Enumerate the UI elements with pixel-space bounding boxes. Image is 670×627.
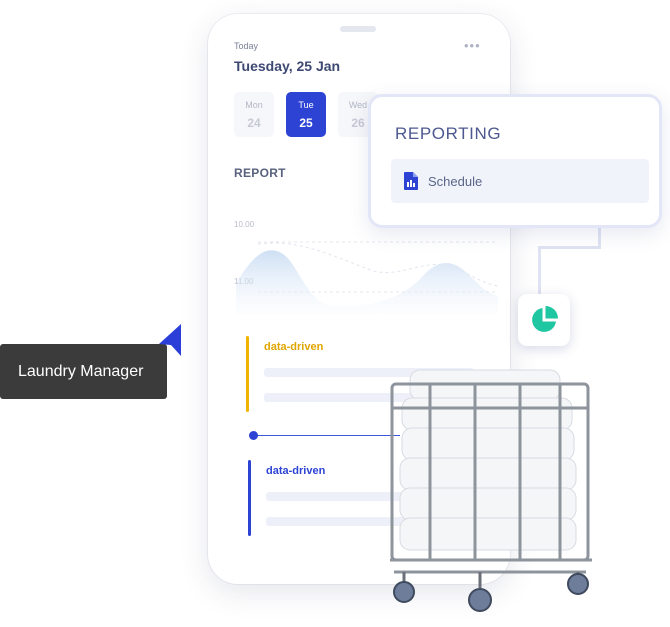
- today-label: Today: [234, 41, 259, 51]
- connector-line: [538, 246, 601, 249]
- report-wave-chart: [236, 241, 498, 314]
- pie-chart-icon: [532, 306, 558, 332]
- schedule-row[interactable]: Schedule: [391, 159, 649, 203]
- laundry-cart-image: [390, 369, 592, 612]
- timeline-dot: [249, 431, 258, 440]
- report-label: REPORT: [234, 166, 286, 180]
- item-marker-yellow: [246, 336, 249, 412]
- timeline-connector: [250, 435, 400, 436]
- schedule-label: Schedule: [428, 174, 483, 189]
- item-title-2: data-driven: [266, 465, 326, 477]
- pie-chart-tile[interactable]: [518, 294, 570, 346]
- reporting-title: REPORTING: [395, 124, 502, 143]
- item-title-1: data-driven: [264, 341, 324, 353]
- role-tag-label: Laundry Manager: [18, 363, 144, 380]
- role-tag: Laundry Manager: [0, 344, 167, 399]
- more-dots-icon[interactable]: •••: [464, 38, 481, 53]
- day-number: 25: [299, 116, 313, 130]
- day-tue[interactable]: Tue 25: [286, 92, 326, 137]
- day-number: 24: [247, 116, 261, 130]
- connector-line: [598, 228, 601, 248]
- item-marker-blue: [248, 460, 251, 536]
- day-mon[interactable]: Mon 24: [234, 92, 274, 137]
- day-name: Mon: [245, 100, 263, 110]
- reporting-card: REPORTING Schedule: [368, 94, 662, 228]
- document-chart-icon: [404, 172, 418, 190]
- cursor-pointer-icon: [159, 324, 181, 356]
- date-title: Tuesday, 25 Jan: [234, 58, 341, 74]
- day-name: Tue: [298, 100, 314, 110]
- phone-notch: [340, 26, 376, 32]
- connector-line: [538, 246, 541, 294]
